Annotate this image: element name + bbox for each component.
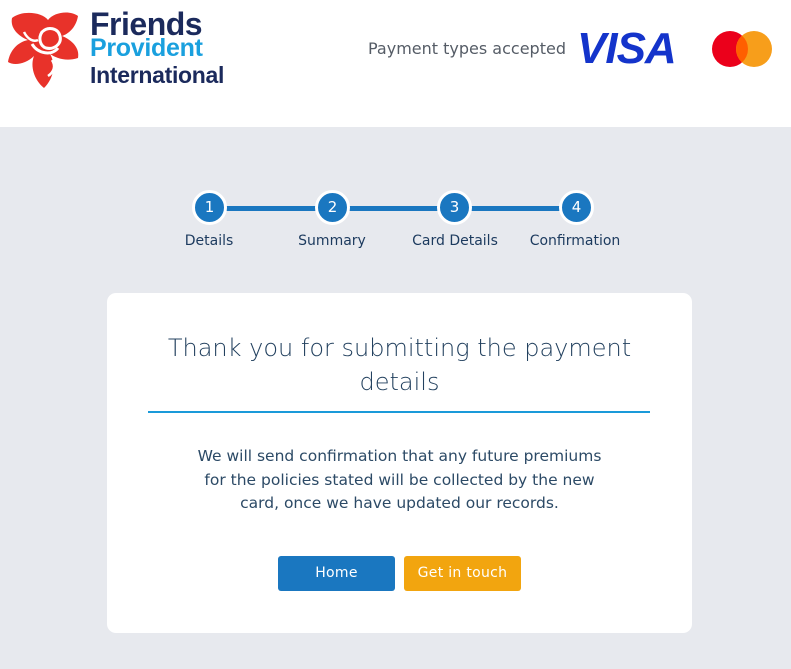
step-2-indicator: 2	[315, 190, 350, 225]
home-button[interactable]: Home	[278, 556, 395, 591]
step-4-indicator: 4	[559, 190, 594, 225]
step-4-label: Confirmation	[529, 233, 621, 249]
stepper-track	[209, 206, 576, 211]
rose-logo-icon	[8, 12, 79, 88]
step-1-label: Details	[184, 233, 234, 249]
step-1-indicator: 1	[192, 190, 227, 225]
brand-line-1: Friends	[90, 6, 203, 42]
step-2-label: Summary	[298, 233, 366, 249]
title-divider	[148, 411, 650, 413]
step-3-indicator: 3	[437, 190, 472, 225]
get-in-touch-button[interactable]: Get in touch	[404, 556, 521, 591]
brand-wordmark: Friends Provident International	[90, 8, 224, 89]
visa-logo: VISA	[577, 24, 677, 73]
brand-logo[interactable]: Friends Provident International	[8, 8, 238, 93]
mastercard-icon	[712, 31, 772, 67]
confirmation-message: We will send confirmation that any futur…	[197, 447, 602, 512]
page-title: Thank you for submitting the payment det…	[167, 334, 632, 396]
step-3-label: Card Details	[412, 233, 498, 249]
site-header: Friends Provident International Payment …	[0, 0, 791, 127]
brand-line-2: Provident	[90, 34, 203, 62]
brand-line-3: International	[90, 62, 225, 88]
confirmation-card: Thank you for submitting the payment det…	[107, 293, 692, 633]
progress-stepper: 1 2 3 4 Details Summary Card Details Con…	[0, 190, 791, 260]
payment-types-label: Payment types accepted	[368, 39, 566, 58]
